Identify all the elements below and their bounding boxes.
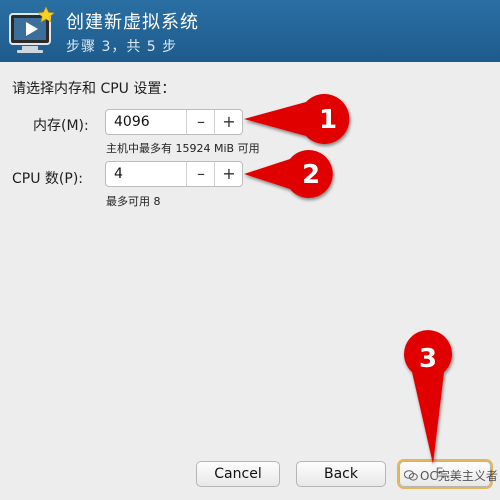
monitor-play-icon <box>6 6 56 56</box>
wizard-step-indicator: 步骤 3，共 5 步 <box>66 39 178 55</box>
annotation-number-1: 1 <box>319 105 337 135</box>
annotation-marker-1: 1 <box>244 94 350 144</box>
wizard-title: 创建新虚拟系统 <box>66 12 199 33</box>
wechat-icon <box>404 470 418 481</box>
cpu-spinbox: – + <box>105 161 243 187</box>
annotation-marker-3: 3 <box>404 330 452 464</box>
annotation-number-3: 3 <box>419 344 437 374</box>
watermark: OC完美主义者 <box>404 467 498 484</box>
annotation-number-2: 2 <box>302 160 320 190</box>
annotation-marker-2: 2 <box>244 150 333 198</box>
cpu-hint: 最多可用 8 <box>106 195 161 208</box>
cancel-button[interactable]: Cancel <box>196 461 280 487</box>
cpu-decrement-button[interactable]: – <box>186 162 215 186</box>
settings-prompt: 请选择内存和 CPU 设置： <box>12 81 176 97</box>
memory-label: 内存(M): <box>33 118 89 134</box>
wizard-header: 创建新虚拟系统 步骤 3，共 5 步 <box>0 0 500 62</box>
watermark-text: OC完美主义者 <box>420 469 498 483</box>
memory-hint: 主机中最多有 15924 MiB 可用 <box>106 142 260 155</box>
memory-spinbox: – + <box>105 109 243 135</box>
back-button[interactable]: Back <box>296 461 386 487</box>
memory-decrement-button[interactable]: – <box>186 110 215 134</box>
cpu-label: CPU 数(P): <box>12 171 83 187</box>
